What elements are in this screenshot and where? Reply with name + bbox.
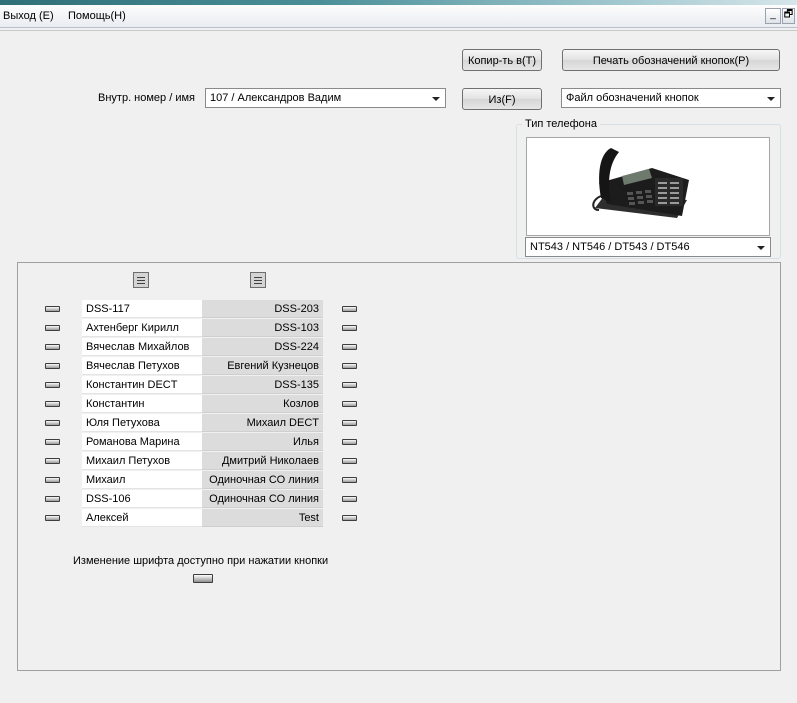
chevron-down-icon [757, 246, 765, 250]
extension-label: Внутр. номер / имя [98, 92, 196, 104]
right-key-label[interactable]: Одиночная СО линия [202, 490, 323, 508]
left-key-label[interactable]: Михаил [82, 471, 202, 489]
divider [0, 30, 797, 31]
phone-image [526, 137, 770, 236]
table-row: Вячеслав Михайлов DSS-224 [82, 338, 323, 357]
table-row: Константин Козлов [82, 395, 323, 414]
right-key-button[interactable] [342, 325, 357, 331]
right-key-label[interactable]: Одиночная СО линия [202, 471, 323, 489]
phone-icon [592, 148, 689, 218]
left-key-label[interactable]: Михаил Петухов [82, 452, 202, 470]
left-key-label[interactable]: Ахтенберг Кирилл [82, 319, 202, 337]
right-key-label[interactable]: Евгений Кузнецов [202, 357, 323, 375]
left-key-button[interactable] [45, 363, 60, 369]
label-file-select-value: Файл обозначений кнопок [566, 92, 699, 104]
left-key-button[interactable] [45, 439, 60, 445]
label-file-select[interactable]: Файл обозначений кнопок [561, 88, 781, 108]
chevron-down-icon [432, 97, 440, 101]
left-key-button[interactable] [45, 325, 60, 331]
right-key-label[interactable]: DSS-203 [202, 300, 323, 318]
left-key-label[interactable]: Константин DECT [82, 376, 202, 394]
table-row: Михаил Одиночная СО линия [82, 471, 323, 490]
print-labels-button[interactable]: Печать обозначений кнопок(P) [562, 49, 780, 71]
table-row: Константин DECT DSS-135 [82, 376, 323, 395]
table-row: DSS-106 Одиночная СО линия [82, 490, 323, 509]
menu-help[interactable]: Помощь(H) [68, 10, 126, 22]
right-key-label[interactable]: DSS-224 [202, 338, 323, 356]
left-key-button[interactable] [45, 401, 60, 407]
table-row: DSS-117 DSS-203 [82, 300, 323, 319]
right-key-label[interactable]: Михаил DECT [202, 414, 323, 432]
restore-icon[interactable]: 🗗 [782, 8, 795, 24]
right-key-button[interactable] [342, 496, 357, 502]
right-key-button[interactable] [342, 477, 357, 483]
left-key-label[interactable]: DSS-117 [82, 300, 202, 318]
table-row: Михаил Петухов Дмитрий Николаев [82, 452, 323, 471]
phone-type-select[interactable]: NT543 / NT546 / DT543 / DT546 [525, 237, 771, 257]
chevron-down-icon [767, 97, 775, 101]
copy-to-button[interactable]: Копир-ть в(T) [462, 49, 542, 71]
left-key-label[interactable]: Константин [82, 395, 202, 413]
column-right-label-icon[interactable] [250, 272, 266, 288]
left-key-label[interactable]: Романова Марина [82, 433, 202, 451]
table-row: Вячеслав Петухов Евгений Кузнецов [82, 357, 323, 376]
right-key-button[interactable] [342, 458, 357, 464]
right-key-button[interactable] [342, 401, 357, 407]
right-key-label[interactable]: Илья [202, 433, 323, 451]
table-row: Алексей Test [82, 509, 323, 528]
table-row: Романова Марина Илья [82, 433, 323, 452]
font-change-note: Изменение шрифта доступно при нажатии кн… [73, 555, 329, 567]
phone-type-select-value: NT543 / NT546 / DT543 / DT546 [530, 241, 690, 253]
right-key-label[interactable]: DSS-103 [202, 319, 323, 337]
minimize-icon[interactable]: _ [765, 8, 781, 24]
right-key-label[interactable]: Дмитрий Николаев [202, 452, 323, 470]
table-row: Юля Петухова Михаил DECT [82, 414, 323, 433]
menu-exit[interactable]: Выход (E) [3, 10, 54, 22]
left-key-button[interactable] [45, 382, 60, 388]
from-button[interactable]: Из(F) [462, 88, 542, 110]
left-key-button[interactable] [45, 306, 60, 312]
menu-bar: Выход (E) Помощь(H) _ 🗗 [0, 5, 797, 28]
left-key-button[interactable] [45, 515, 60, 521]
right-key-button[interactable] [342, 439, 357, 445]
left-key-button[interactable] [45, 477, 60, 483]
table-row: Ахтенберг Кирилл DSS-103 [82, 319, 323, 338]
right-key-button[interactable] [342, 363, 357, 369]
left-key-button[interactable] [45, 496, 60, 502]
right-key-button[interactable] [342, 382, 357, 388]
right-key-label[interactable]: Козлов [202, 395, 323, 413]
column-left-label-icon[interactable] [133, 272, 149, 288]
font-change-button[interactable] [193, 574, 213, 583]
left-key-label[interactable]: Алексей [82, 509, 202, 527]
left-key-button[interactable] [45, 344, 60, 350]
left-key-label[interactable]: Вячеслав Михайлов [82, 338, 202, 356]
right-key-label[interactable]: Test [202, 509, 323, 527]
left-key-label[interactable]: DSS-106 [82, 490, 202, 508]
left-key-label[interactable]: Юля Петухова [82, 414, 202, 432]
left-key-button[interactable] [45, 420, 60, 426]
right-key-button[interactable] [342, 306, 357, 312]
extension-select[interactable]: 107 / Александров Вадим [205, 88, 446, 108]
phone-type-title: Тип телефона [522, 118, 600, 130]
left-key-button[interactable] [45, 458, 60, 464]
right-key-button[interactable] [342, 515, 357, 521]
right-key-button[interactable] [342, 344, 357, 350]
right-key-label[interactable]: DSS-135 [202, 376, 323, 394]
right-key-button[interactable] [342, 420, 357, 426]
left-key-label[interactable]: Вячеслав Петухов [82, 357, 202, 375]
extension-select-value: 107 / Александров Вадим [210, 92, 342, 104]
